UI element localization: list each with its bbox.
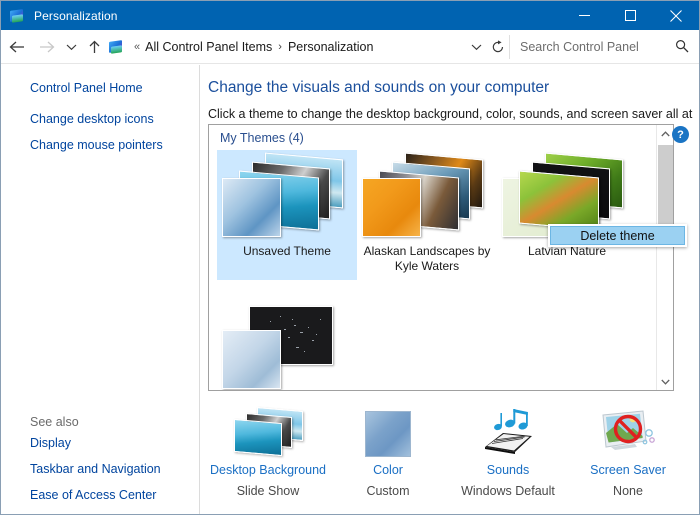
theme-thumbnail-stack bbox=[362, 152, 492, 240]
sidebar-item-taskbar-and-navigation[interactable]: Taskbar and Navigation bbox=[1, 459, 199, 480]
page-title: Change the visuals and sounds on your co… bbox=[208, 79, 550, 96]
main-panel: ? Change the visuals and sounds on your … bbox=[200, 65, 699, 514]
theme-thumbnail-stack bbox=[222, 304, 352, 389]
sidebar-item-ease-of-access-center[interactable]: Ease of Access Center bbox=[1, 485, 199, 506]
breadcrumb-control-panel-icon bbox=[109, 39, 125, 55]
search-box[interactable] bbox=[509, 34, 695, 59]
setting-sounds[interactable]: Sounds Windows Default bbox=[448, 401, 568, 514]
window-title: Personalization bbox=[34, 8, 118, 23]
back-arrow-icon[interactable] bbox=[3, 32, 31, 62]
breadcrumb-overflow[interactable]: « bbox=[134, 41, 140, 53]
themes-list[interactable]: My Themes (4) Unsaved Theme Alaskan Land… bbox=[208, 124, 674, 391]
breadcrumb[interactable]: « All Control Panel Items › Personalizat… bbox=[109, 35, 465, 59]
setting-value-desktop-background: Slide Show bbox=[236, 484, 300, 498]
personalization-window: Personalization « All Control Panel Item… bbox=[0, 0, 700, 515]
navigation-bar: « All Control Panel Items › Personalizat… bbox=[1, 30, 699, 64]
maximize-button[interactable] bbox=[607, 1, 653, 30]
up-arrow-icon[interactable] bbox=[81, 32, 107, 62]
scroll-down-button[interactable] bbox=[657, 373, 673, 390]
theme-thumb-layer-1 bbox=[222, 178, 281, 237]
close-button[interactable] bbox=[653, 1, 699, 30]
breadcrumb-item-personalization[interactable]: Personalization bbox=[288, 40, 373, 54]
sounds-icon bbox=[448, 403, 568, 457]
desktop-background-icon bbox=[208, 403, 328, 457]
setting-desktop-background[interactable]: Desktop Background Slide Show bbox=[208, 401, 328, 514]
theme-thumb-layer-1 bbox=[222, 330, 281, 389]
window-controls bbox=[561, 1, 699, 30]
setting-link-desktop-background[interactable]: Desktop Background bbox=[208, 463, 328, 477]
context-menu[interactable]: Delete theme bbox=[548, 224, 687, 247]
theme-item-alaskan-landscapes[interactable]: Alaskan Landscapes by Kyle Waters bbox=[357, 150, 497, 280]
themes-list-inner: My Themes (4) Unsaved Theme Alaskan Land… bbox=[209, 125, 656, 390]
sidebar-item-change-desktop-icons[interactable]: Change desktop icons bbox=[1, 109, 199, 130]
theme-item-unsaved-theme[interactable]: Unsaved Theme bbox=[217, 150, 357, 280]
theme-thumb-layer-top bbox=[519, 170, 599, 231]
recent-locations-chevron-down-icon[interactable] bbox=[61, 32, 81, 62]
theme-item-night-sky[interactable] bbox=[217, 298, 357, 390]
previous-locations-chevron-down-icon[interactable] bbox=[465, 33, 487, 61]
theme-thumb-layer-1 bbox=[362, 178, 421, 237]
address-bar-controls bbox=[465, 33, 695, 61]
vertical-scrollbar[interactable] bbox=[656, 125, 673, 390]
setting-link-screen-saver[interactable]: Screen Saver bbox=[568, 463, 688, 477]
themes-group-header: My Themes (4) bbox=[220, 131, 304, 145]
breadcrumb-separator: › bbox=[278, 40, 282, 53]
setting-screen-saver[interactable]: Screen Saver None bbox=[568, 401, 688, 514]
setting-link-color[interactable]: Color bbox=[328, 463, 448, 477]
setting-link-sounds[interactable]: Sounds bbox=[448, 463, 568, 477]
sidebar-item-change-mouse-pointers[interactable]: Change mouse pointers bbox=[1, 135, 199, 156]
sidebar: Control Panel Home Change desktop icons … bbox=[1, 65, 200, 514]
color-swatch-icon bbox=[328, 403, 448, 457]
setting-value-screen-saver: None bbox=[613, 484, 643, 498]
sidebar-item-display[interactable]: Display bbox=[1, 433, 199, 454]
theme-thumbnail-stack bbox=[222, 152, 352, 240]
help-icon[interactable]: ? bbox=[672, 126, 689, 143]
theme-item-latvian-nature[interactable]: Latvian Nature bbox=[497, 150, 637, 280]
see-also-section: See also Display Taskbar and Navigation … bbox=[1, 413, 199, 506]
theme-label: Alaskan Landscapes by Kyle Waters bbox=[363, 244, 491, 273]
setting-value-color: Custom bbox=[366, 484, 410, 498]
see-also-title: See also bbox=[30, 415, 79, 429]
title-bar: Personalization bbox=[1, 1, 699, 30]
minimize-button[interactable] bbox=[561, 1, 607, 30]
refresh-icon[interactable] bbox=[487, 33, 509, 61]
personalization-settings-bar: Desktop Background Slide Show Color Cust… bbox=[208, 401, 699, 514]
context-menu-item-delete-theme[interactable]: Delete theme bbox=[550, 226, 685, 245]
breadcrumb-item-all-control-panel-items[interactable]: All Control Panel Items bbox=[145, 40, 272, 54]
theme-label: Unsaved Theme bbox=[243, 244, 331, 258]
setting-color[interactable]: Color Custom bbox=[328, 401, 448, 514]
content-area: Control Panel Home Change desktop icons … bbox=[1, 65, 699, 514]
themes-row bbox=[209, 298, 656, 390]
screen-saver-icon bbox=[568, 403, 688, 457]
forward-arrow-icon bbox=[33, 32, 61, 62]
scrollbar-thumb[interactable] bbox=[658, 145, 673, 224]
sidebar-item-control-panel-home[interactable]: Control Panel Home bbox=[1, 78, 199, 99]
setting-value-sounds: Windows Default bbox=[461, 484, 555, 498]
themes-row: Unsaved Theme Alaskan Landscapes by Kyle… bbox=[209, 150, 656, 280]
search-input[interactable] bbox=[518, 38, 668, 55]
search-icon[interactable] bbox=[675, 39, 689, 58]
personalization-icon bbox=[10, 8, 26, 24]
